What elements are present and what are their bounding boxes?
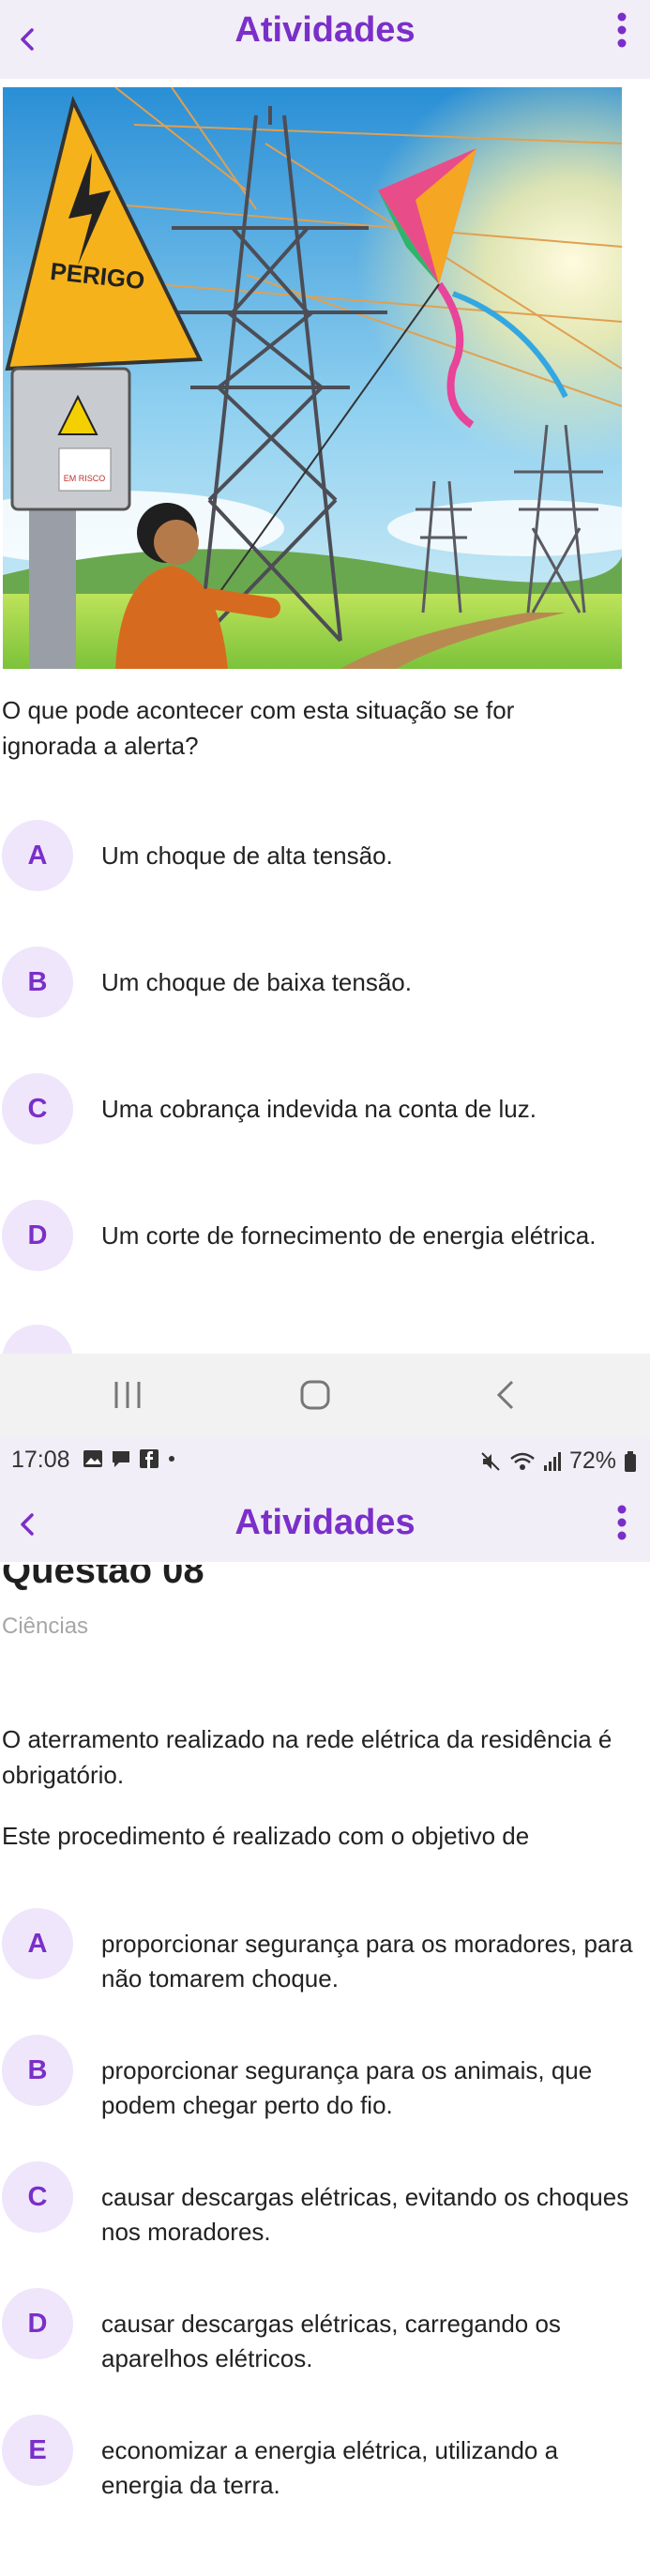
option-text: Um choque de baixa tensão. <box>101 968 412 996</box>
recent-apps-icon[interactable] <box>107 1374 148 1416</box>
question-text: O que pode acontecer com esta situação s… <box>2 696 515 760</box>
option-c[interactable]: C Uma cobrança indevida na conta de luz. <box>0 1073 647 1158</box>
question-statement: O aterramento realizado na rede elétrica… <box>2 1725 612 1789</box>
signal-icon <box>543 1451 561 1471</box>
option-e[interactable]: E economizar a energia elétrica, utiliza… <box>0 2415 647 2508</box>
option-text: Um choque de alta tensão. <box>101 841 393 870</box>
option-d[interactable]: D causar descargas elétricas, carregando… <box>0 2288 647 2382</box>
option-text: proporcionar segurança para os animais, … <box>101 2056 593 2119</box>
option-text: causar descargas elétricas, carregando o… <box>101 2310 561 2372</box>
option-text: proporcionar segurança para os moradores… <box>101 1930 633 1993</box>
option-b[interactable]: B proporcionar segurança para os animais… <box>0 2035 647 2129</box>
option-letter: B <box>2 2035 73 2106</box>
option-letter: C <box>2 2161 73 2233</box>
option-letter: C <box>2 1073 73 1144</box>
page-title: Atividades <box>234 10 416 50</box>
page-title: Atividades <box>234 1503 416 1542</box>
option-letter: D <box>2 2288 73 2359</box>
option-text: Uma cobrança indevida na conta de luz. <box>101 1095 537 1123</box>
battery-icon <box>625 1450 636 1472</box>
more-options-icon[interactable] <box>616 11 627 49</box>
option-e-partial[interactable] <box>2 1325 73 1354</box>
option-c[interactable]: C causar descargas elétricas, evitando o… <box>0 2161 647 2255</box>
option-letter: B <box>2 947 73 1018</box>
chat-icon <box>113 1451 129 1467</box>
option-badge <box>2 1325 73 1354</box>
wifi-icon <box>510 1452 535 1470</box>
option-text: Um corte de fornecimento de energia elét… <box>101 1221 597 1250</box>
option-letter: D <box>2 1200 73 1271</box>
question-prompt: Este procedimento é realizado com o obje… <box>2 1822 530 1850</box>
option-letter: E <box>2 2415 73 2486</box>
option-text: causar descargas elétricas, evitando os … <box>101 2183 629 2246</box>
home-icon[interactable] <box>295 1374 336 1416</box>
status-time: 17:08 <box>11 1447 70 1473</box>
option-text: economizar a energia elétrica, utilizand… <box>101 2436 559 2499</box>
back-nav-icon[interactable] <box>486 1374 527 1416</box>
option-letter: A <box>2 1908 73 1979</box>
status-bar: 17:08 72% <box>0 1436 650 1483</box>
panel-label: EM RISCO <box>64 474 106 483</box>
option-d[interactable]: D Um corte de fornecimento de energia el… <box>0 1200 647 1284</box>
option-a[interactable]: A Um choque de alta tensão. <box>0 820 647 904</box>
notification-dot-icon <box>169 1456 174 1462</box>
more-options-icon[interactable] <box>616 1504 627 1541</box>
app-bar: Atividades <box>0 1483 650 1562</box>
system-navigation-bar <box>0 1354 650 1436</box>
question-number: Questão 08 <box>2 1565 204 1591</box>
option-b[interactable]: B Um choque de baixa tensão. <box>0 947 647 1031</box>
app-bar: Atividades <box>0 0 650 79</box>
battery-percent: 72% <box>568 1447 616 1474</box>
gallery-icon <box>83 1450 102 1467</box>
subject-label: Ciências <box>2 1614 89 1639</box>
option-a[interactable]: A proporcionar segurança para os morador… <box>0 1908 647 2002</box>
question-illustration: PERIGO EM RISCO <box>3 87 622 669</box>
option-letter: A <box>2 820 73 891</box>
mute-icon <box>481 1451 500 1471</box>
facebook-icon <box>140 1449 159 1468</box>
